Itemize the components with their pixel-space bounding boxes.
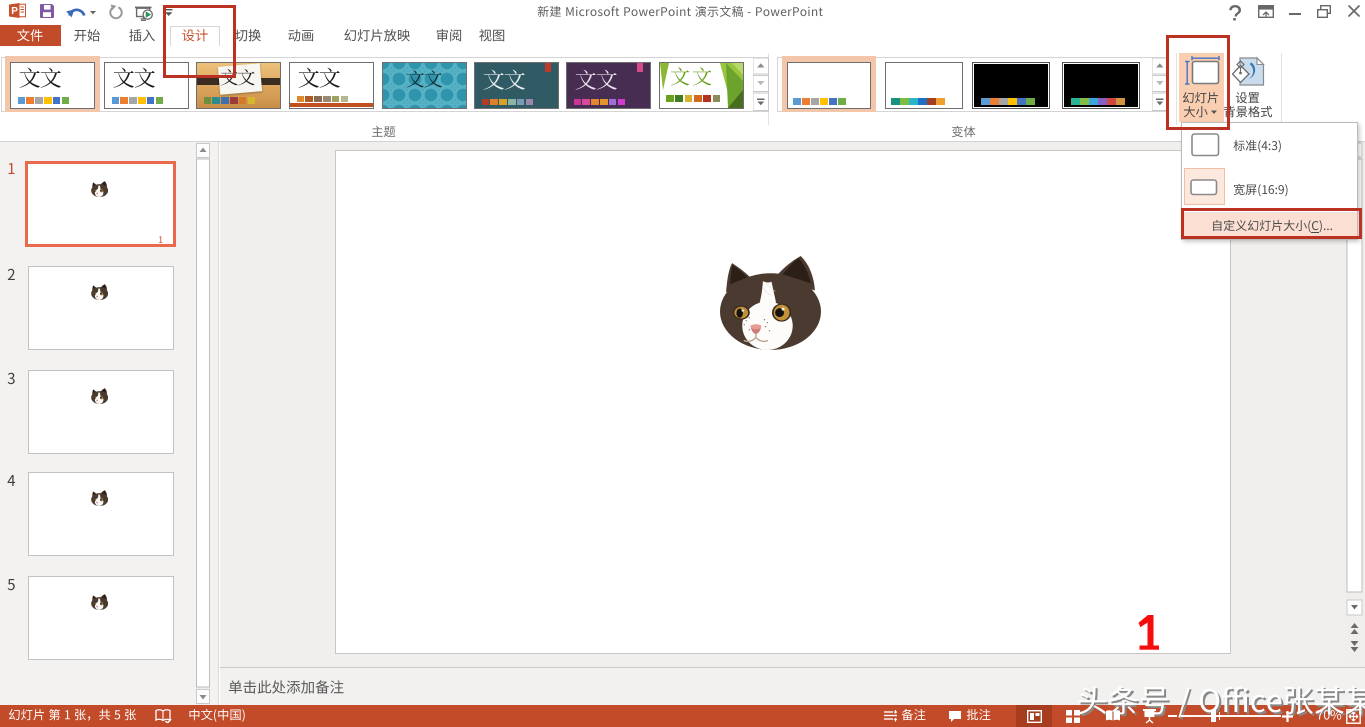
svg-text:P: P <box>11 6 18 17</box>
